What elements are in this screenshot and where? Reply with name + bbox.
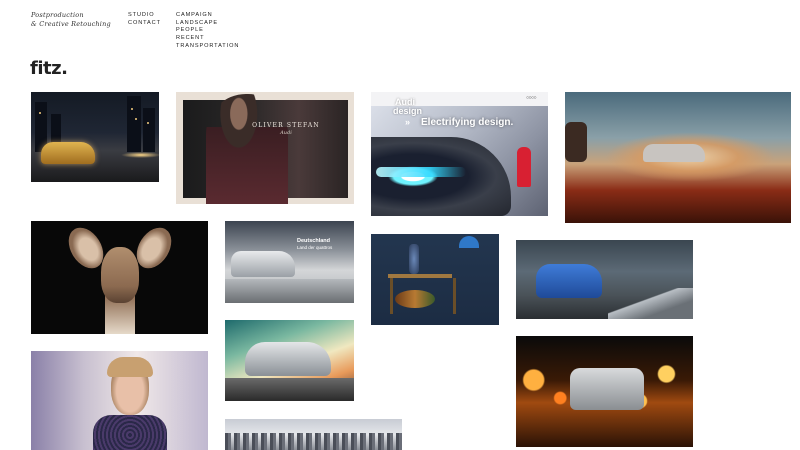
portfolio-tile-city-skyline[interactable] [225, 419, 402, 450]
ad-brand: Audi [395, 97, 415, 107]
portfolio-tile-deer[interactable] [31, 221, 208, 334]
site-logo[interactable]: fitz. [30, 58, 68, 79]
car-shape [643, 144, 705, 162]
nav-item-contact[interactable]: CONTACT [128, 20, 161, 28]
portfolio-tile-blue-hatchback[interactable] [516, 240, 693, 319]
tile-subcaption: Audi [280, 130, 292, 136]
car-shape [570, 368, 644, 410]
window-light [147, 122, 149, 124]
nav-item-studio[interactable]: STUDIO [128, 12, 161, 20]
nav-item-recent[interactable]: RECENT [176, 35, 239, 43]
skyline-shape [225, 433, 402, 450]
audi-rings-icon: ○○○○ [526, 95, 537, 101]
portfolio-tile-still-life[interactable] [371, 234, 499, 325]
portfolio-tile-oliver-stefan[interactable]: OLIVER STEFAN Audi [176, 92, 354, 204]
pheasant-shape [395, 290, 435, 308]
road-shape [225, 279, 354, 303]
tagline-line-1: Postproduction [31, 11, 84, 19]
car-shape [41, 142, 95, 164]
portrait-figure [206, 94, 288, 204]
building [127, 96, 141, 152]
nav-categories: CAMPAIGN LANDSCAPE PEOPLE RECENT TRANSPO… [176, 12, 239, 51]
person-figure [517, 147, 531, 187]
portfolio-tile-silver-coupe[interactable] [225, 320, 354, 401]
ad-headline: Electrifying design. [421, 117, 514, 128]
dress-shape [93, 415, 167, 450]
lamp-shape [459, 236, 479, 248]
arrow-icon: » [405, 117, 411, 127]
nav-item-transportation[interactable]: TRANSPORTATION [176, 43, 239, 51]
car-shape [245, 342, 331, 376]
ad-subline: Land der quattros [297, 245, 333, 250]
nav-item-campaign[interactable]: CAMPAIGN [176, 12, 239, 20]
window-light [131, 108, 133, 110]
road-shape [608, 288, 693, 319]
headlight-beam [376, 167, 466, 177]
rock-shape [565, 122, 587, 162]
nav-item-landscape[interactable]: LANDSCAPE [176, 20, 239, 28]
hair-shape [107, 357, 153, 377]
ad-brand-sub: design [393, 106, 423, 116]
car-shape [231, 251, 295, 277]
street-light [121, 152, 159, 158]
portfolio-tile-mini-night[interactable] [31, 92, 159, 182]
ad-headline: Deutschland [297, 238, 331, 244]
nav-item-people[interactable]: PEOPLE [176, 27, 239, 35]
tile-caption: OLIVER STEFAN [252, 122, 320, 129]
portfolio-tile-audi-road[interactable]: Deutschland Land der quattros [225, 221, 354, 303]
portfolio-tile-desert-car[interactable] [565, 92, 791, 223]
window-light [39, 112, 41, 114]
portfolio-tile-girl-portrait[interactable] [31, 351, 208, 450]
tagline-line-2: & Creative Retouching [31, 19, 111, 28]
portfolio-tile-audi-design[interactable]: ○○○○ Audi design » Electrifying design. [371, 92, 548, 216]
car-shape [536, 264, 602, 298]
road-shape [225, 378, 354, 401]
tagline: Postproduction & Creative Retouching [31, 11, 111, 28]
window-light [135, 118, 137, 120]
nav-primary: STUDIO CONTACT [128, 12, 161, 27]
building [143, 108, 155, 152]
portfolio-tile-suv-lights[interactable] [516, 336, 693, 447]
deer-head [101, 247, 139, 303]
vase-shape [409, 244, 419, 274]
